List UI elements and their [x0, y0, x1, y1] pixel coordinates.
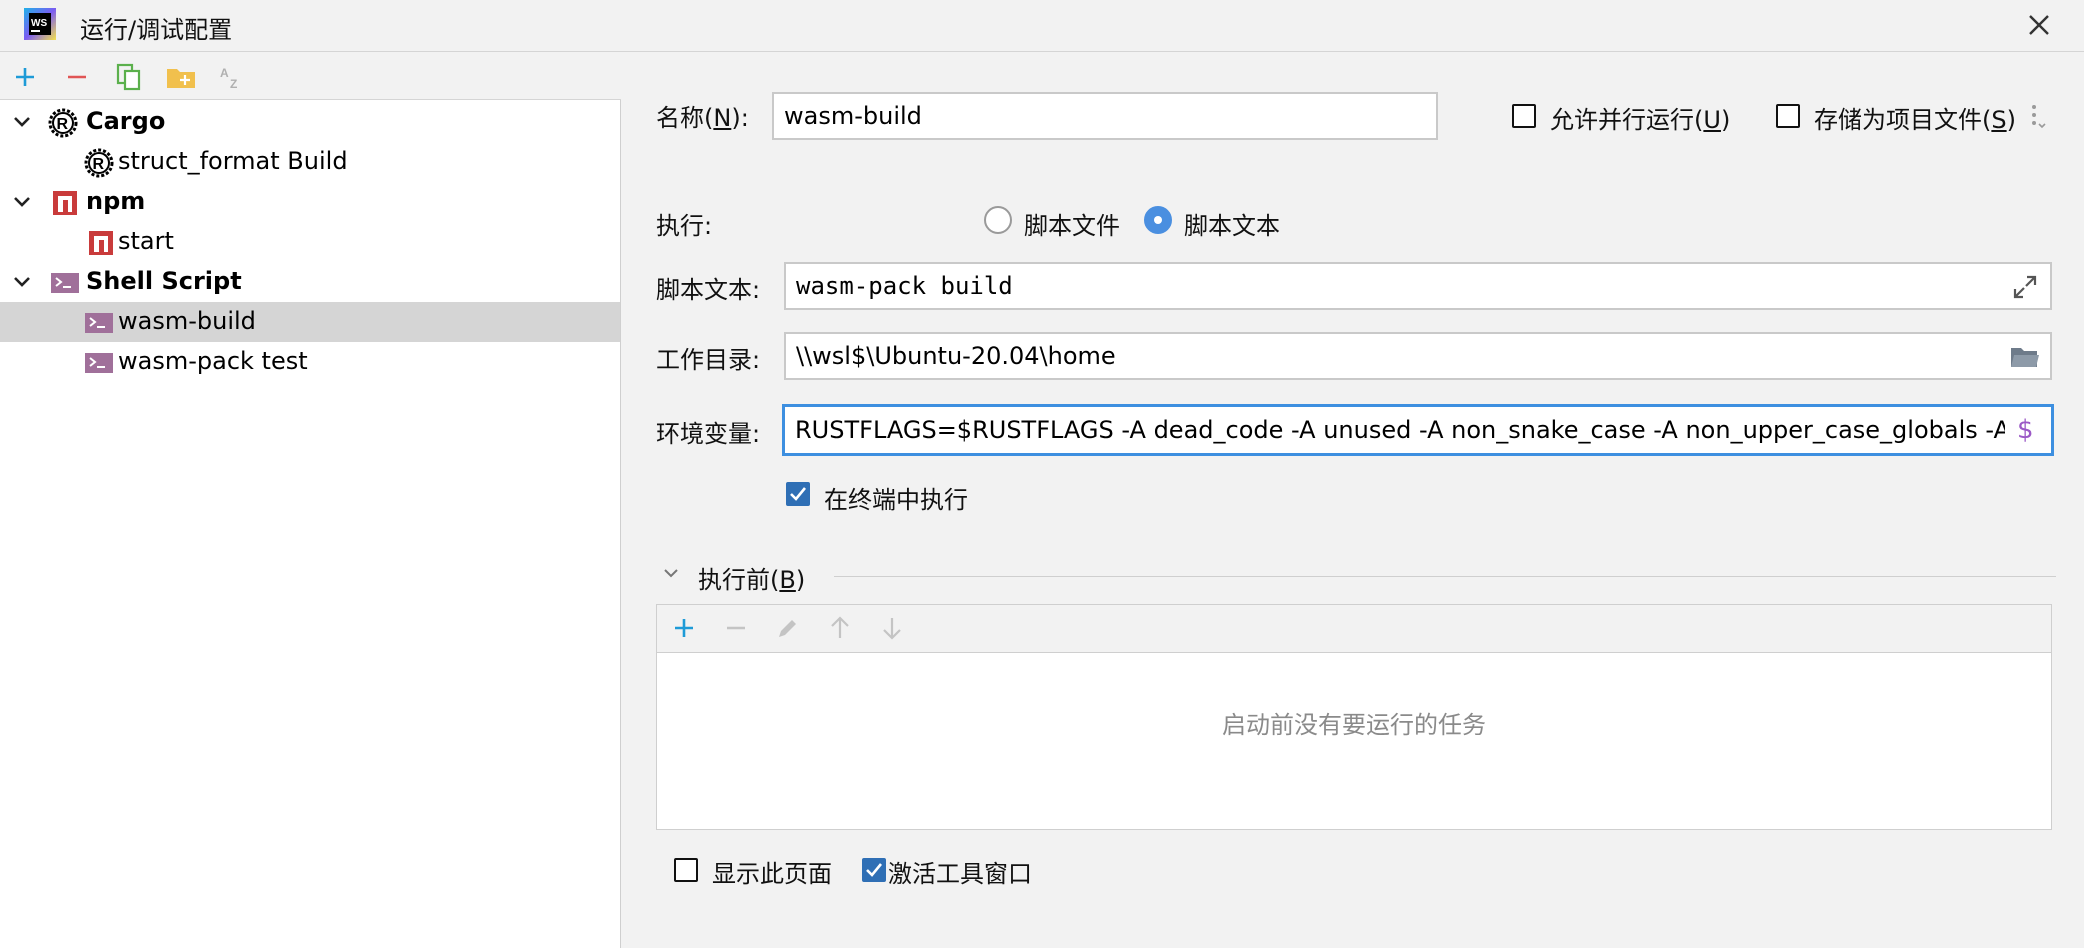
store-as-project-file-checkbox[interactable] — [1776, 104, 1800, 128]
script-text-radio[interactable] — [1144, 206, 1172, 234]
execute-label: 执行: — [656, 212, 713, 240]
checkmark-icon — [866, 863, 883, 877]
minus-icon — [727, 626, 745, 630]
minus-icon — [68, 75, 86, 79]
plus-icon — [675, 619, 693, 637]
working-directory-label: 工作目录: — [656, 346, 761, 374]
plus-icon — [16, 68, 34, 86]
run-in-terminal-label: 在终端中执行 — [824, 486, 968, 514]
script-text-label: 脚本文本: — [656, 276, 761, 304]
sort-alphabetical-icon: A Z — [220, 66, 237, 90]
title-bar: WS 运行/调试配置 — [0, 0, 2084, 52]
chevron-down-icon[interactable] — [10, 190, 34, 214]
expand-icon[interactable] — [2008, 270, 2042, 304]
checkmark-icon — [790, 487, 807, 501]
empty-tasks-message: 启动前没有要运行的任务 — [1222, 711, 1486, 739]
svg-text:A: A — [220, 66, 229, 80]
tree-group-cargo[interactable]: R Cargo — [0, 102, 620, 142]
tree-group-label: npm — [86, 187, 146, 215]
shell-script-icon — [85, 313, 113, 333]
rust-icon: R — [84, 148, 114, 178]
show-this-page-checkbox[interactable] — [674, 858, 698, 882]
add-task-button[interactable] — [667, 611, 701, 645]
edit-task-button[interactable] — [771, 611, 805, 645]
chevron-down-icon[interactable] — [10, 270, 34, 294]
tree-group-label: Shell Script — [86, 267, 242, 295]
move-down-button[interactable] — [875, 611, 909, 645]
tree-item-label: struct_format Build — [118, 147, 348, 175]
window-title: 运行/调试配置 — [80, 16, 233, 44]
webstorm-logo-icon: WS — [22, 6, 58, 42]
script-file-radio-label: 脚本文件 — [1024, 212, 1120, 240]
tree-item-wasm-build[interactable]: wasm-build — [0, 302, 620, 342]
tree-item-struct-format-build[interactable]: R struct_format Build — [0, 142, 620, 182]
copy-configuration-button[interactable] — [112, 60, 146, 94]
name-input[interactable]: wasm-build — [772, 92, 1438, 140]
store-as-project-file-label: 存储为项目文件(S) — [1814, 106, 2016, 134]
remove-configuration-button[interactable] — [60, 60, 94, 94]
script-text-input[interactable]: wasm-pack build — [784, 262, 2052, 310]
svg-text:R: R — [93, 156, 105, 173]
sort-button[interactable]: A Z — [216, 60, 250, 94]
remove-task-button[interactable] — [719, 611, 753, 645]
activate-tool-window-checkbox[interactable] — [862, 858, 886, 882]
svg-text:WS: WS — [31, 18, 47, 29]
shell-script-icon — [85, 353, 113, 373]
tree-group-npm[interactable]: npm — [0, 182, 620, 222]
svg-text:R: R — [57, 116, 69, 133]
move-up-button[interactable] — [823, 611, 857, 645]
arrow-down-icon — [883, 618, 901, 640]
environment-variables-label: 环境变量: — [656, 420, 761, 448]
folder-open-icon[interactable] — [2008, 340, 2042, 374]
chevron-down-icon[interactable] — [10, 110, 34, 134]
tasks-toolbar — [657, 605, 2051, 653]
tree-item-label: start — [118, 227, 174, 255]
pencil-icon — [779, 620, 796, 637]
working-directory-input[interactable]: \\wsl$\Ubuntu-20.04\home — [784, 332, 2052, 380]
before-launch-tasks: 启动前没有要运行的任务 — [656, 604, 2052, 830]
before-launch-title[interactable]: 执行前(B) — [698, 560, 805, 595]
tree-group-shell-script[interactable]: Shell Script — [0, 262, 620, 302]
configuration-editor: 名称(N): wasm-build 允许并行运行(U) 存储为项目文件(S) 执… — [622, 52, 2084, 948]
copy-icon — [116, 63, 141, 91]
arrow-up-icon — [831, 616, 849, 638]
add-configuration-button[interactable] — [8, 60, 42, 94]
tree-item-start[interactable]: start — [0, 222, 620, 262]
new-folder-icon — [167, 69, 195, 88]
tree-group-label: Cargo — [86, 107, 166, 135]
allow-parallel-run-checkbox[interactable] — [1512, 104, 1536, 128]
tree-item-label: wasm-pack test — [118, 347, 308, 375]
tree-item-label: wasm-build — [118, 307, 256, 335]
allow-parallel-run-label: 允许并行运行(U) — [1550, 106, 1731, 134]
shell-script-icon — [51, 273, 79, 293]
new-folder-button[interactable] — [164, 60, 198, 94]
rust-icon: R — [48, 108, 78, 138]
name-label: 名称(N): — [656, 104, 749, 132]
svg-text:Z: Z — [230, 77, 237, 90]
tree-item-wasm-pack-test[interactable]: wasm-pack test — [0, 342, 620, 382]
configuration-tree: R Cargo R struct_format Build npm start … — [0, 102, 620, 382]
activate-tool-window-label: 激活工具窗口 — [888, 860, 1032, 888]
more-options-icon[interactable] — [2028, 102, 2048, 132]
section-divider — [834, 576, 2056, 577]
script-text-radio-label: 脚本文本 — [1184, 212, 1280, 240]
chevron-down-icon[interactable] — [660, 562, 682, 584]
npm-icon — [89, 231, 113, 255]
run-in-terminal-checkbox[interactable] — [786, 482, 810, 506]
sidebar-toolbar: A Z — [0, 52, 621, 100]
close-icon[interactable] — [2022, 8, 2056, 42]
environment-variables-input[interactable]: RUSTFLAGS=$RUSTFLAGS -A dead_code -A unu… — [782, 404, 2054, 456]
insert-macro-icon[interactable]: $ — [2017, 415, 2034, 445]
show-this-page-label: 显示此页面 — [712, 860, 832, 888]
configurations-sidebar: A Z R Cargo R struct_format Build npm st… — [0, 52, 621, 948]
npm-icon — [53, 191, 77, 215]
script-file-radio[interactable] — [984, 206, 1012, 234]
